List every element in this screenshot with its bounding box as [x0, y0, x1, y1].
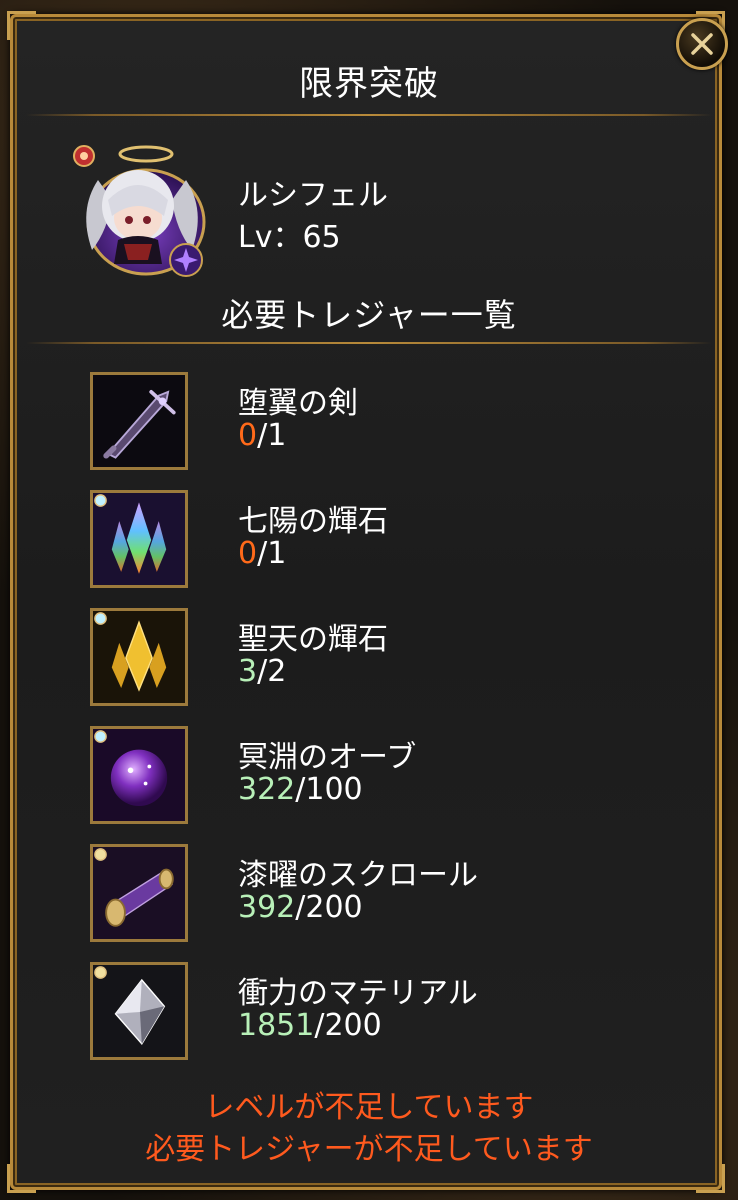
- treasure-count: 3/2: [238, 654, 287, 689]
- treasure-count: 0/1: [238, 418, 287, 453]
- dialog-title: 限界突破: [299, 64, 439, 104]
- golden-crystal-icon: [90, 608, 188, 706]
- treasure-item[interactable]: 七陽の輝石 0/1: [90, 490, 710, 590]
- required-count: 1: [267, 536, 287, 571]
- treasure-item[interactable]: 堕翼の剣 0/1: [90, 372, 710, 472]
- fallen-wing-sword-icon: [90, 372, 188, 470]
- treasure-count: 392/200: [238, 890, 363, 925]
- required-treasure-heading: 必要トレジャー一覧: [221, 296, 517, 334]
- silver-material-icon: [90, 962, 188, 1060]
- frame-corner-ornament: [696, 1164, 725, 1193]
- treasure-count: 1851/200: [238, 1008, 382, 1043]
- owned-count: 3: [238, 654, 258, 689]
- required-count: 200: [305, 890, 363, 925]
- owned-count: 392: [238, 890, 296, 925]
- required-count: 2: [267, 654, 287, 689]
- scroll-icon: [90, 844, 188, 942]
- close-icon: [691, 33, 713, 55]
- character-level: Lv：65: [238, 220, 341, 255]
- required-count: 1: [267, 418, 287, 453]
- treasure-count: 0/1: [238, 536, 287, 571]
- treasure-name: 堕翼の剣: [238, 386, 358, 421]
- treasure-item[interactable]: 冥淵のオーブ 322/100: [90, 726, 710, 826]
- owned-count: 0: [238, 536, 258, 571]
- character-name: ルシフェル: [238, 178, 388, 213]
- owned-count: 0: [238, 418, 258, 453]
- treasure-item[interactable]: 衝力のマテリアル 1851/200: [90, 962, 710, 1062]
- character-portrait-icon[interactable]: [68, 140, 210, 282]
- treasure-name: 聖天の輝石: [238, 622, 388, 657]
- divider: [26, 342, 712, 344]
- owned-count: 322: [238, 772, 296, 807]
- rainbow-crystal-icon: [90, 490, 188, 588]
- divider: [26, 114, 712, 116]
- level-insufficient-warning: レベルが不足しています: [204, 1090, 534, 1125]
- treasure-item[interactable]: 漆曜のスクロール 392/200: [90, 844, 710, 944]
- frame-corner-ornament: [7, 1164, 36, 1193]
- treasure-item[interactable]: 聖天の輝石 3/2: [90, 608, 710, 708]
- purple-orb-icon: [90, 726, 188, 824]
- treasure-name: 冥淵のオーブ: [238, 740, 417, 775]
- treasure-name: 七陽の輝石: [238, 504, 388, 539]
- treasure-count: 322/100: [238, 772, 363, 807]
- treasure-name: 漆曜のスクロール: [238, 858, 478, 893]
- treasure-insufficient-warning: 必要トレジャーが不足しています: [145, 1132, 593, 1167]
- frame-corner-ornament: [7, 11, 36, 40]
- owned-count: 1851: [238, 1008, 315, 1043]
- required-count: 100: [305, 772, 363, 807]
- required-count: 200: [324, 1008, 382, 1043]
- treasure-name: 衝力のマテリアル: [238, 976, 478, 1011]
